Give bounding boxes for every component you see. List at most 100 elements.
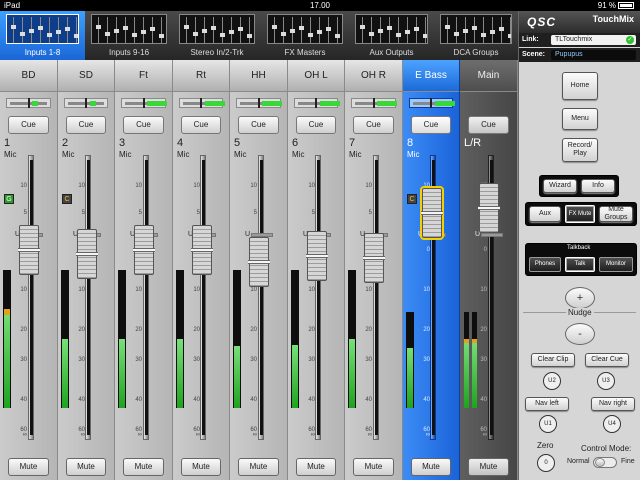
cue-button[interactable]: Cue <box>296 116 336 134</box>
cue-button[interactable]: Cue <box>123 116 164 134</box>
mute-button[interactable]: Mute <box>238 458 279 476</box>
clear-cue-button[interactable]: Clear Cue <box>585 353 629 367</box>
u4-button[interactable]: U4 <box>603 415 621 433</box>
channel-number: 3 <box>119 137 126 149</box>
fader-tick-label: 10 <box>193 287 200 293</box>
fader-tick-label: 5 <box>196 210 200 216</box>
thumb-track <box>510 17 511 43</box>
pan-control[interactable] <box>179 98 225 108</box>
fader-tick-label: 20 <box>423 327 430 333</box>
fader-cap[interactable] <box>18 225 40 275</box>
pan-control[interactable] <box>6 98 51 108</box>
phones-button[interactable]: Phones <box>529 257 561 272</box>
fader-cap[interactable] <box>306 231 328 281</box>
record-play-button[interactable]: Record/ Play <box>562 138 598 162</box>
fader-tick-label: 0 <box>426 247 430 253</box>
battery-icon <box>618 2 634 10</box>
clear-clip-button[interactable]: Clear Clip <box>531 353 575 367</box>
nav-left-button[interactable]: Nav left <box>525 397 569 411</box>
fx-mute-button[interactable]: FX Mute <box>565 205 595 223</box>
monitor-button[interactable]: Monitor <box>599 257 633 272</box>
fader-cap[interactable] <box>191 225 213 275</box>
fader-slot <box>202 160 205 435</box>
scene-row[interactable]: Scene: Pupupus <box>519 48 640 62</box>
cue-button[interactable]: Cue <box>8 116 49 134</box>
meter-peak <box>464 339 469 343</box>
channel-name[interactable]: Rt <box>173 60 229 92</box>
nudge-up-button[interactable]: + <box>565 287 595 309</box>
tab-label: Inputs 9-16 <box>108 48 150 57</box>
fader-slot <box>29 160 33 435</box>
pan-control[interactable] <box>64 98 108 108</box>
fader-cap[interactable] <box>478 183 500 233</box>
pan-indicator <box>89 101 96 106</box>
talk-button[interactable]: Talk <box>565 257 595 272</box>
channel-number: 5 <box>234 137 241 149</box>
u2-button[interactable]: U2 <box>543 372 561 390</box>
fader-cap[interactable] <box>363 233 385 283</box>
fader-tick-label: ∞ <box>137 432 142 438</box>
pan-control[interactable] <box>236 98 282 108</box>
channel-name[interactable]: SD <box>58 60 114 92</box>
tab-dca-groups[interactable]: DCA Groups <box>434 11 518 60</box>
link-row[interactable]: Link: TLTouchmix ✓ <box>519 33 640 47</box>
u1-button[interactable]: U1 <box>539 415 557 433</box>
pan-control[interactable] <box>121 98 167 108</box>
wizard-button[interactable]: Wizard <box>543 179 577 193</box>
thumb-fader <box>202 29 207 33</box>
nav-right-button[interactable]: Nav right <box>591 397 635 411</box>
mute-button[interactable]: Mute <box>296 458 336 476</box>
mute-button[interactable]: Mute <box>123 458 164 476</box>
fader-tick-label: 30 <box>193 357 200 363</box>
fader-tick-label: 40 <box>423 397 430 403</box>
channel-name[interactable]: E Bass <box>403 60 459 92</box>
mute-button[interactable]: Mute <box>8 458 49 476</box>
cue-button[interactable]: Cue <box>66 116 106 134</box>
cue-button[interactable]: Cue <box>468 116 509 134</box>
mute-button[interactable]: Mute <box>468 458 509 476</box>
fader-tick-label: 30 <box>423 357 430 363</box>
tab-aux-outputs[interactable]: Aux Outputs <box>349 11 434 60</box>
channel-name[interactable]: HH <box>230 60 287 92</box>
control-mode-toggle[interactable] <box>593 457 617 468</box>
cue-button[interactable]: Cue <box>181 116 221 134</box>
info-button[interactable]: Info <box>581 179 615 193</box>
channel-name[interactable]: BD <box>0 60 57 92</box>
fader-tick-label: ∞ <box>310 432 315 438</box>
u3-button[interactable]: U3 <box>597 372 615 390</box>
fader-cap[interactable] <box>76 229 98 279</box>
tab-fx-masters[interactable]: FX Masters <box>261 11 349 60</box>
channel-name[interactable]: OH L <box>288 60 344 92</box>
pan-control[interactable] <box>409 98 455 108</box>
cue-button[interactable]: Cue <box>238 116 279 134</box>
cue-button[interactable]: Cue <box>411 116 451 134</box>
mute-groups-button[interactable]: Mute Groups <box>599 206 633 222</box>
fader-tick-label: 20 <box>20 327 27 333</box>
tab-stereo-in-2-trk[interactable]: Stereo In/2-Trk <box>173 11 261 60</box>
mute-button[interactable]: Mute <box>411 458 451 476</box>
tab-inputs-1-8[interactable]: Inputs 1-8 <box>0 11 85 60</box>
fader-cap[interactable] <box>248 237 270 287</box>
fader-cap[interactable] <box>420 186 444 240</box>
mute-button[interactable]: Mute <box>66 458 106 476</box>
thumb-fader <box>74 34 78 38</box>
tab-inputs-9-16[interactable]: Inputs 9-16 <box>85 11 173 60</box>
thumb-fader <box>481 33 486 37</box>
menu-button[interactable]: Menu <box>562 108 598 130</box>
cue-button[interactable]: Cue <box>353 116 394 134</box>
fader-cap-line <box>133 248 155 252</box>
pan-control[interactable] <box>351 98 397 108</box>
channel-name[interactable]: Main <box>460 60 517 92</box>
aux-button[interactable]: Aux <box>529 206 561 222</box>
thumb-fader <box>184 25 189 29</box>
channel-name[interactable]: OH R <box>345 60 402 92</box>
zero-button[interactable]: 0 <box>537 454 555 472</box>
mute-button[interactable]: Mute <box>353 458 394 476</box>
nudge-down-button[interactable]: - <box>565 323 595 345</box>
channel-name[interactable]: Ft <box>115 60 172 92</box>
mute-button[interactable]: Mute <box>181 458 221 476</box>
pan-control[interactable] <box>294 98 340 108</box>
fader-cap[interactable] <box>133 225 155 275</box>
home-button[interactable]: Home <box>562 72 598 100</box>
channel-number: 2 <box>62 137 69 149</box>
